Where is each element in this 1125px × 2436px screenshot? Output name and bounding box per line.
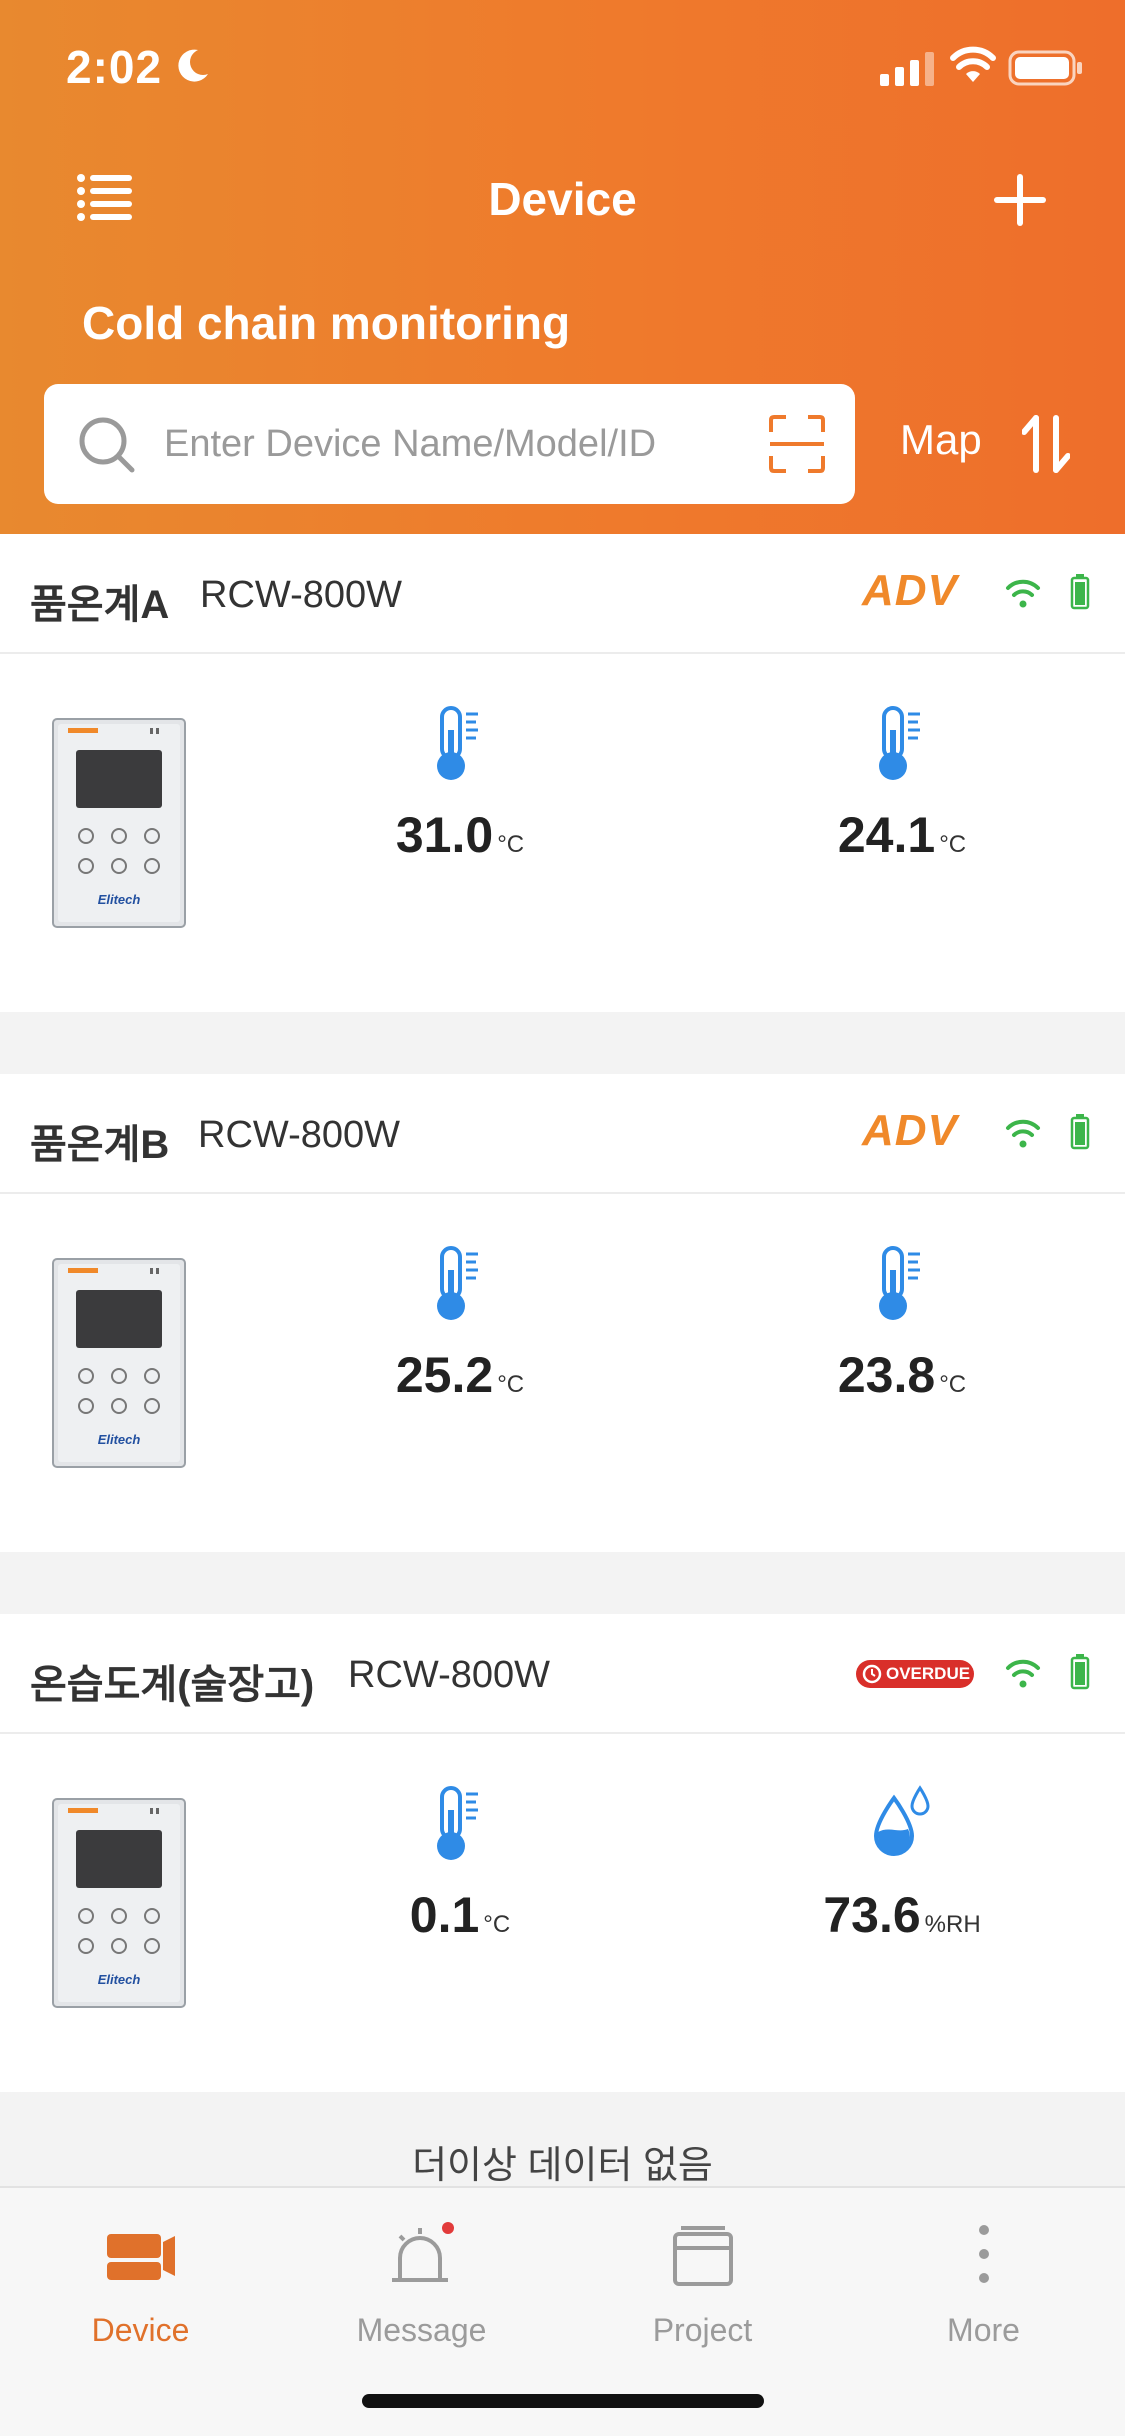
device-model: RCW-800W [198, 1114, 400, 1156]
no-more-data-label: 더이상 데이터 없음 [412, 2145, 713, 2187]
device-card-header: 품온계B RCW-800W ADV [0, 1074, 1125, 1194]
tab-label: Project [652, 2312, 753, 2348]
reading-unit: °C [497, 831, 525, 858]
overdue-badge: OVERDUE [856, 1660, 974, 1688]
add-device-icon[interactable] [992, 172, 1048, 228]
tab-message[interactable]: Message [281, 2208, 562, 2358]
device-card[interactable]: 온습도계(술장고) RCW-800W OVERDUE Elitech 0.1 °… [0, 1614, 1125, 2092]
more-dots-icon [979, 2225, 989, 2283]
temperature-reading: 31.0 °C [310, 704, 610, 944]
device-image: Elitech [52, 1258, 186, 1468]
clock-icon [862, 1664, 882, 1684]
thermometer-icon [879, 1246, 920, 1320]
device-model: RCW-800W [200, 574, 402, 616]
device-model: RCW-800W [348, 1654, 550, 1696]
reading-value: 0.1 [409, 1887, 480, 1943]
map-button[interactable]: Map [900, 416, 982, 464]
reading-value: 23.8 [837, 1347, 936, 1403]
tab-label: More [947, 2312, 1020, 2348]
scan-qr-icon[interactable] [768, 414, 826, 474]
thermometer-icon [879, 706, 920, 780]
reading-value: 31.0 [395, 807, 494, 863]
nav-bar: Device [0, 150, 1125, 250]
reading-unit: %RH [924, 1911, 981, 1938]
signal-icon [880, 52, 934, 86]
project-icon [673, 2226, 733, 2286]
device-brand-text: Elitech [98, 1432, 141, 1447]
device-card[interactable]: 품온계B RCW-800W ADV Elitech 25.2 °C 23.8 °… [0, 1074, 1125, 1552]
tab-project[interactable]: Project [562, 2208, 843, 2358]
reading-value: 73.6 [823, 1887, 921, 1943]
header: 2:02 Device Cold chain monitoring Enter … [0, 0, 1125, 534]
humidity-reading: 73.6 %RH [752, 1784, 1052, 2024]
wifi-online-icon [1006, 579, 1040, 608]
reading-unit: °C [939, 831, 967, 858]
reading-unit: °C [939, 1371, 967, 1398]
thermometer-icon [437, 1246, 478, 1320]
device-name: 품온계A [30, 583, 170, 627]
thermometer-icon [437, 1786, 478, 1860]
search-icon [79, 417, 135, 473]
device-name: 온습도계(술장고) [30, 1663, 315, 1707]
device-image: Elitech [52, 718, 186, 928]
tab-label: Device [91, 2312, 190, 2348]
thermometer-icon [437, 706, 478, 780]
wifi-online-icon [1006, 1659, 1040, 1688]
page-title: Device [488, 173, 637, 225]
section-title: Cold chain monitoring [82, 297, 571, 349]
temperature-reading: 23.8 °C [752, 1244, 1052, 1484]
tab-label: Message [356, 2312, 487, 2348]
status-bar: 2:02 [0, 0, 1125, 140]
battery-full-icon [1070, 1654, 1090, 1690]
temperature-reading: 25.2 °C [310, 1244, 610, 1484]
search-input[interactable] [164, 414, 684, 474]
wifi-icon [950, 46, 996, 82]
device-card-header: 온습도계(술장고) RCW-800W OVERDUE [0, 1614, 1125, 1734]
battery-icon [1008, 50, 1082, 86]
sort-icon[interactable] [1022, 414, 1070, 474]
temperature-reading: 24.1 °C [752, 704, 1052, 944]
device-name: 품온계B [30, 1123, 170, 1167]
status-time: 2:02 [66, 41, 163, 93]
humidity-drop-icon [873, 1785, 930, 1856]
reading-unit: °C [483, 1911, 511, 1938]
device-image: Elitech [52, 1798, 186, 2008]
battery-full-icon [1070, 574, 1090, 610]
device-card[interactable]: 품온계A RCW-800W ADV Elitech 31.0 °C 24.1 °… [0, 534, 1125, 1012]
search-box[interactable] [44, 384, 855, 504]
tab-more[interactable]: More [843, 2208, 1124, 2358]
device-brand-text: Elitech [98, 1972, 141, 1987]
home-indicator [362, 2394, 764, 2408]
device-brand-text: Elitech [98, 892, 141, 907]
device-tab-icon [107, 2234, 175, 2280]
overdue-label: OVERDUE [886, 1664, 971, 1683]
device-card-header: 품온계A RCW-800W ADV [0, 534, 1125, 654]
reading-unit: °C [497, 1371, 525, 1398]
adv-badge: ADV [862, 566, 958, 615]
battery-full-icon [1070, 1114, 1090, 1150]
wifi-online-icon [1006, 1119, 1040, 1148]
reading-value: 24.1 [837, 807, 936, 863]
adv-badge: ADV [862, 1106, 958, 1155]
tab-device[interactable]: Device [0, 2208, 281, 2358]
moon-icon [178, 49, 208, 82]
temperature-reading: 0.1 °C [310, 1784, 610, 2024]
reading-value: 25.2 [395, 1347, 494, 1403]
bell-icon [392, 2222, 454, 2282]
